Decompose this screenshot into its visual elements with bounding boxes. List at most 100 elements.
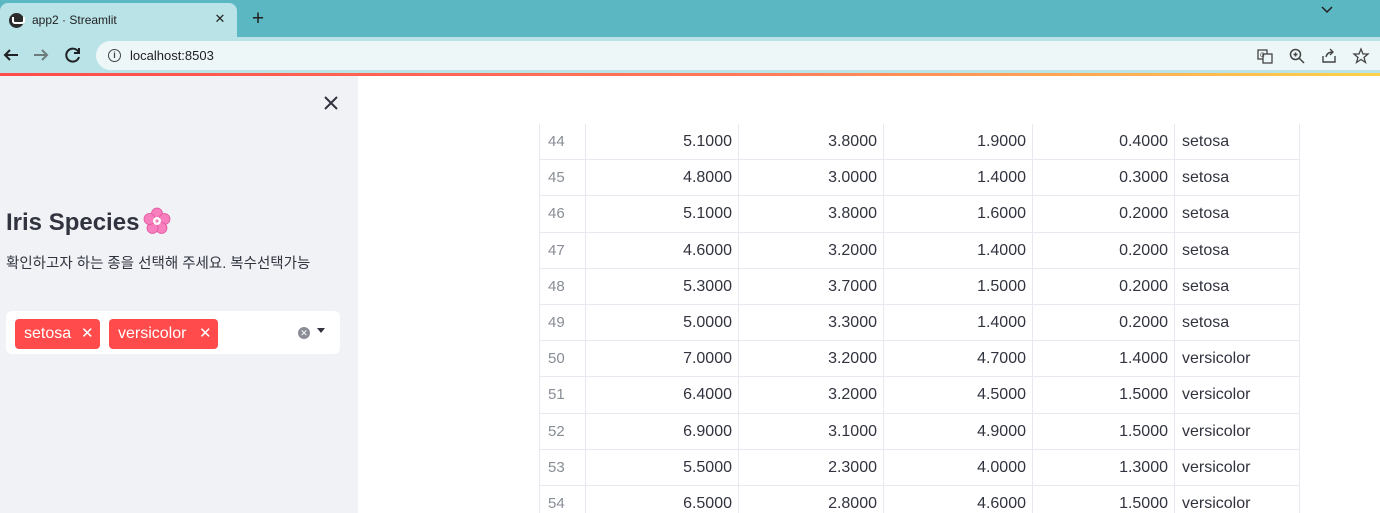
- species-cell[interactable]: setosa: [1174, 196, 1300, 232]
- table-cell[interactable]: 3.2000: [738, 232, 883, 268]
- tab-close-icon[interactable]: ✕: [212, 11, 228, 27]
- row-index-cell[interactable]: 49: [539, 304, 585, 341]
- iris-dataframe[interactable]: 44 5.1000 3.8000 1.9000 0.4000 setosa 45 4.8000…: [539, 124, 1300, 513]
- table-cell[interactable]: 3.1000: [738, 413, 883, 449]
- chip-versicolor: versicolor ✕: [109, 319, 218, 349]
- species-cell[interactable]: setosa: [1174, 268, 1300, 304]
- row-index-cell[interactable]: 44: [539, 124, 585, 160]
- sidebar-title-text: Iris Species: [6, 209, 140, 236]
- table-cell[interactable]: 4.9000: [883, 413, 1032, 449]
- reload-icon[interactable]: [62, 44, 84, 66]
- address-bar[interactable]: i localhost:8503 G: [96, 41, 1380, 70]
- tab-title: app2 · Streamlit: [32, 13, 117, 27]
- table-cell[interactable]: 4.6000: [585, 232, 738, 268]
- table-cell[interactable]: 1.4000: [883, 232, 1032, 268]
- row-index-cell[interactable]: 52: [539, 413, 585, 449]
- table-cell[interactable]: 1.6000: [883, 196, 1032, 232]
- table-cell[interactable]: 5.1000: [585, 196, 738, 232]
- table-cell[interactable]: 5.0000: [585, 304, 738, 341]
- table-cell[interactable]: 7.0000: [585, 341, 738, 377]
- table-row: 45 4.8000 3.0000 1.4000 0.3000 setosa: [539, 160, 1300, 197]
- row-index-cell[interactable]: 53: [539, 449, 585, 485]
- bookmark-star-icon[interactable]: [1352, 47, 1370, 65]
- table-cell[interactable]: 5.3000: [585, 268, 738, 304]
- dropdown-caret-icon[interactable]: [317, 328, 325, 333]
- clear-all-icon[interactable]: ✕: [298, 327, 310, 339]
- row-index-cell[interactable]: 45: [539, 160, 585, 196]
- chip-label: setosa: [24, 325, 72, 342]
- table-cell[interactable]: 0.3000: [1032, 160, 1174, 196]
- table-cell[interactable]: 5.5000: [585, 449, 738, 485]
- table-cell[interactable]: 3.8000: [738, 196, 883, 232]
- table-cell[interactable]: 6.4000: [585, 377, 738, 413]
- sidebar-close-icon[interactable]: [321, 93, 341, 113]
- table-cell[interactable]: 3.2000: [738, 377, 883, 413]
- species-multiselect[interactable]: setosa ✕ versicolor ✕ ✕: [6, 311, 340, 354]
- table-row: 44 5.1000 3.8000 1.9000 0.4000 setosa: [539, 124, 1300, 161]
- tab-search-chevron-icon[interactable]: [1320, 2, 1334, 16]
- table-cell[interactable]: 3.8000: [738, 124, 883, 160]
- table-cell[interactable]: 3.0000: [738, 160, 883, 196]
- table-cell[interactable]: 6.5000: [585, 485, 738, 513]
- chip-remove-icon[interactable]: ✕: [199, 319, 212, 349]
- table-cell[interactable]: 0.4000: [1032, 124, 1174, 160]
- row-index-cell[interactable]: 51: [539, 377, 585, 413]
- table-cell[interactable]: 1.4000: [883, 304, 1032, 341]
- row-index-cell[interactable]: 48: [539, 268, 585, 304]
- table-cell[interactable]: 0.2000: [1032, 196, 1174, 232]
- table-cell[interactable]: 0.2000: [1032, 304, 1174, 341]
- table-cell[interactable]: 1.5000: [1032, 413, 1174, 449]
- table-cell[interactable]: 2.8000: [738, 485, 883, 513]
- species-cell[interactable]: setosa: [1174, 232, 1300, 268]
- back-arrow-icon[interactable]: [0, 44, 22, 66]
- table-cell[interactable]: 1.4000: [1032, 341, 1174, 377]
- browser-tabstrip: app2 · Streamlit ✕ +: [0, 0, 1380, 37]
- table-cell[interactable]: 1.5000: [1032, 377, 1174, 413]
- zoom-icon[interactable]: [1288, 47, 1306, 65]
- table-row: 46 5.1000 3.8000 1.6000 0.2000 setosa: [539, 196, 1300, 233]
- table-cell[interactable]: 3.7000: [738, 268, 883, 304]
- row-index-cell[interactable]: 50: [539, 341, 585, 377]
- streamlit-favicon-icon: [9, 13, 25, 28]
- species-cell[interactable]: setosa: [1174, 304, 1300, 341]
- row-index-cell[interactable]: 54: [539, 485, 585, 513]
- species-cell[interactable]: setosa: [1174, 124, 1300, 160]
- table-cell[interactable]: 1.5000: [1032, 485, 1174, 513]
- table-row: 52 6.9000 3.1000 4.9000 1.5000 versicolor: [539, 413, 1300, 450]
- translate-icon[interactable]: G: [1256, 47, 1274, 65]
- table-cell[interactable]: 4.7000: [883, 341, 1032, 377]
- table-cell[interactable]: 3.3000: [738, 304, 883, 341]
- chip-remove-icon[interactable]: ✕: [81, 319, 94, 349]
- table-cell[interactable]: 3.2000: [738, 341, 883, 377]
- table-cell[interactable]: 2.3000: [738, 449, 883, 485]
- species-cell[interactable]: versicolor: [1174, 485, 1300, 513]
- table-cell[interactable]: 0.2000: [1032, 232, 1174, 268]
- site-info-icon[interactable]: i: [108, 49, 121, 62]
- table-cell[interactable]: 4.6000: [883, 485, 1032, 513]
- species-cell[interactable]: versicolor: [1174, 341, 1300, 377]
- table-cell[interactable]: 1.9000: [883, 124, 1032, 160]
- table-cell[interactable]: 1.4000: [883, 160, 1032, 196]
- table-cell[interactable]: 6.9000: [585, 413, 738, 449]
- new-tab-button[interactable]: +: [248, 8, 268, 30]
- species-cell[interactable]: versicolor: [1174, 413, 1300, 449]
- table-cell[interactable]: 4.5000: [883, 377, 1032, 413]
- species-cell[interactable]: setosa: [1174, 160, 1300, 196]
- table-cell[interactable]: 1.3000: [1032, 449, 1174, 485]
- browser-tab[interactable]: app2 · Streamlit ✕: [0, 3, 237, 37]
- species-cell[interactable]: versicolor: [1174, 449, 1300, 485]
- table-row: 47 4.6000 3.2000 1.4000 0.2000 setosa: [539, 232, 1300, 269]
- forward-arrow-icon[interactable]: [30, 44, 52, 66]
- row-index-cell[interactable]: 46: [539, 196, 585, 232]
- chip-setosa: setosa ✕: [15, 319, 100, 349]
- share-icon[interactable]: [1320, 47, 1338, 65]
- sidebar-title: Iris Species: [6, 207, 171, 237]
- table-cell[interactable]: 4.8000: [585, 160, 738, 196]
- table-cell[interactable]: 0.2000: [1032, 268, 1174, 304]
- main-content: 44 5.1000 3.8000 1.9000 0.4000 setosa 45 4.8000…: [358, 76, 1380, 513]
- species-cell[interactable]: versicolor: [1174, 377, 1300, 413]
- table-cell[interactable]: 4.0000: [883, 449, 1032, 485]
- row-index-cell[interactable]: 47: [539, 232, 585, 268]
- table-cell[interactable]: 5.1000: [585, 124, 738, 160]
- table-cell[interactable]: 1.5000: [883, 268, 1032, 304]
